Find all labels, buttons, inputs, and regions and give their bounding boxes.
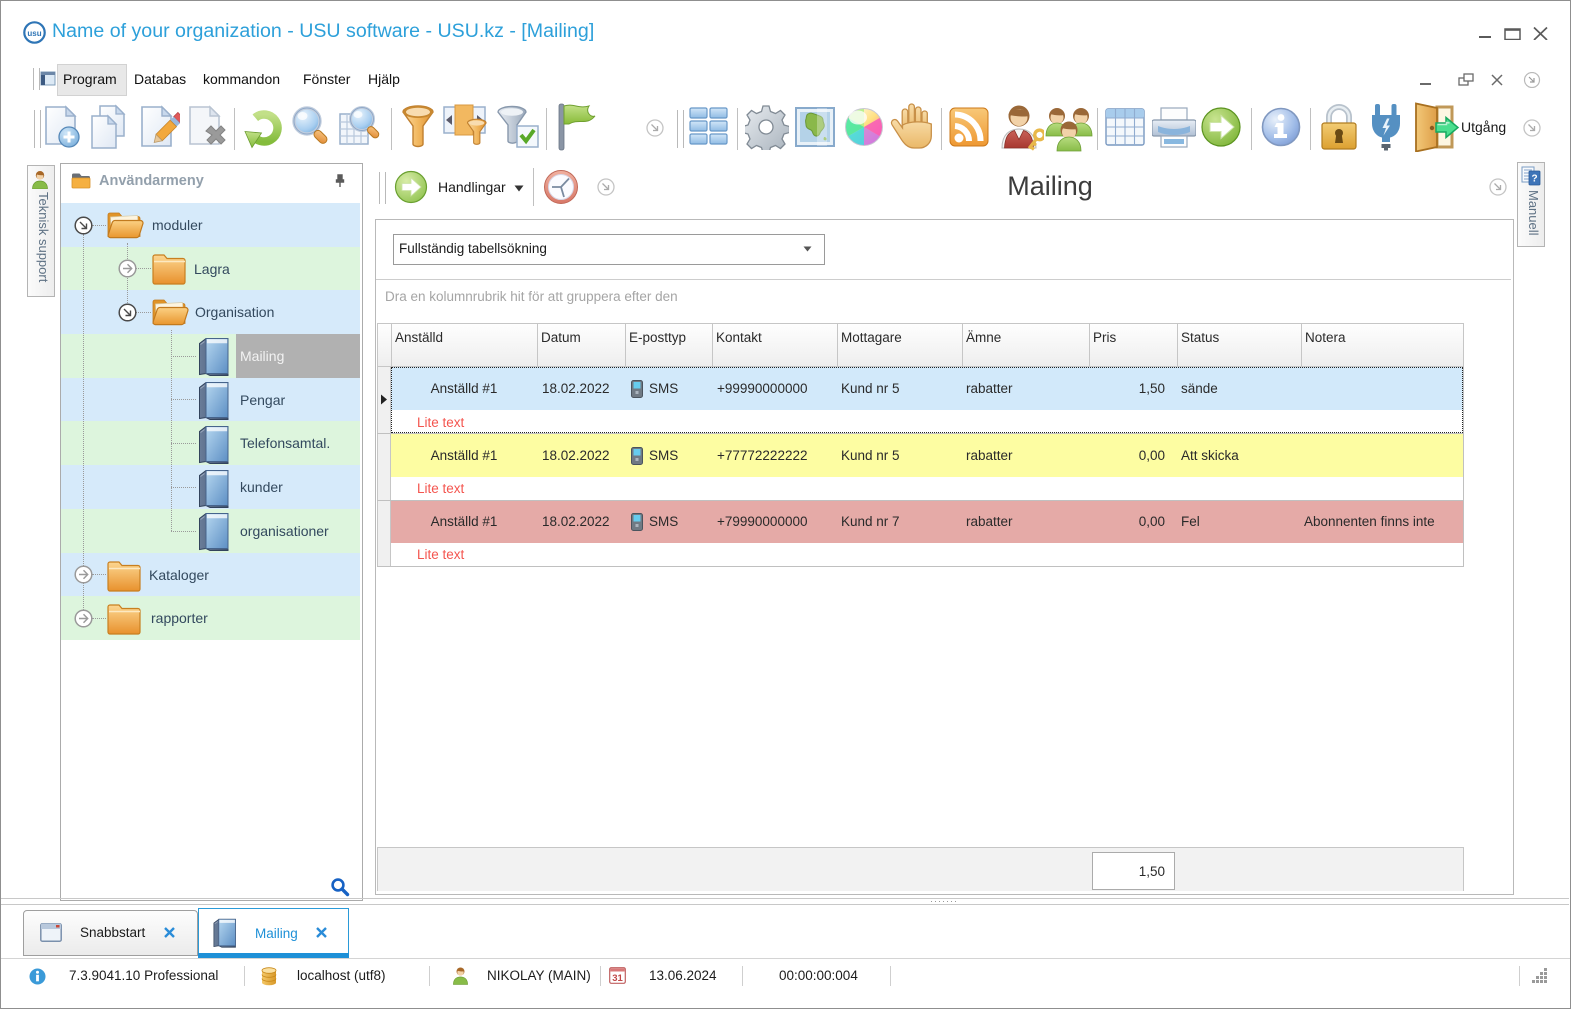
svg-text:?: ? — [1531, 174, 1537, 185]
svg-text:usu: usu — [27, 29, 41, 38]
svg-text:31: 31 — [612, 973, 623, 984]
